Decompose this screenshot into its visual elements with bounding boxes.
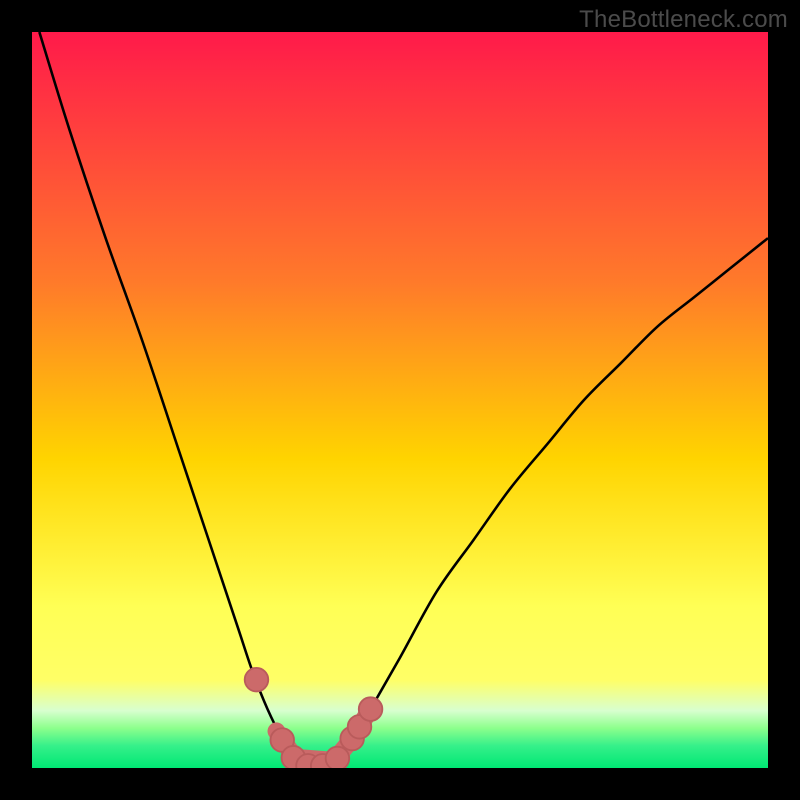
plot-area xyxy=(32,32,768,768)
bottleneck-chart xyxy=(32,32,768,768)
watermark-text: TheBottleneck.com xyxy=(579,6,788,34)
marker-point xyxy=(326,747,350,768)
chart-frame: TheBottleneck.com xyxy=(0,0,800,800)
marker-point xyxy=(245,668,269,692)
marker-point xyxy=(359,697,383,721)
